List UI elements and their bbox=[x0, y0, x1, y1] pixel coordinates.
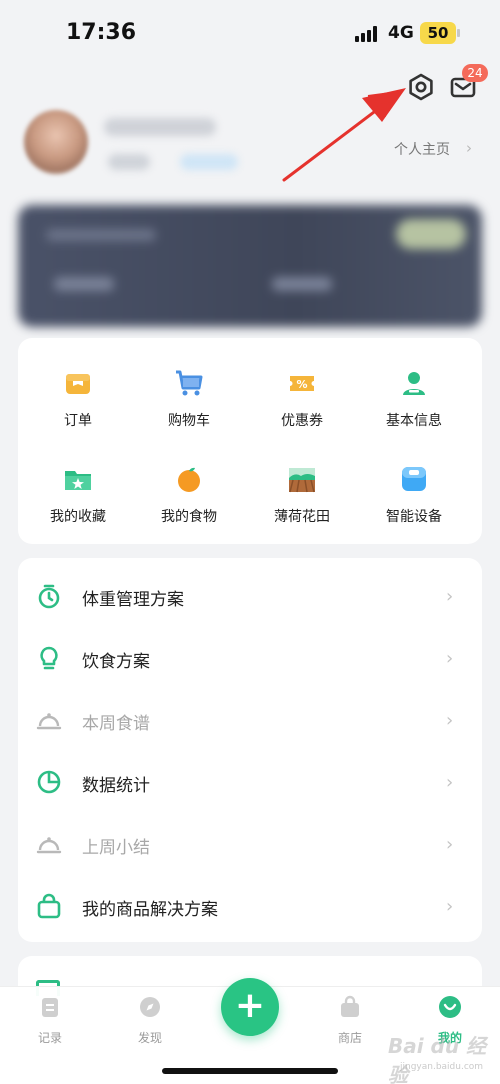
username-blurred bbox=[104, 118, 216, 136]
menu-label: 我的商品解决方案 bbox=[82, 900, 218, 920]
signal-icon bbox=[355, 26, 381, 42]
level-blurred bbox=[108, 154, 150, 170]
status-bar: 17:36 4G 50 bbox=[0, 0, 500, 68]
tab-discover[interactable]: 发现 bbox=[120, 995, 180, 1049]
menu-label: 数据统计 bbox=[82, 776, 150, 796]
watermark-url: jingyan.baidu.com bbox=[400, 1062, 484, 1072]
menu-item-weekly-recipes[interactable]: 本周食谱 › bbox=[18, 690, 482, 750]
grid-label: 我的食物 bbox=[161, 509, 217, 525]
scale-device-icon bbox=[402, 467, 426, 491]
dish-cover-icon bbox=[36, 713, 62, 730]
menu-item-statistics[interactable]: 数据统计 › bbox=[18, 752, 482, 812]
battery-tip bbox=[457, 29, 460, 37]
annotation-arrow bbox=[282, 88, 406, 182]
favorites-folder-icon bbox=[65, 471, 91, 490]
field-icon bbox=[289, 468, 315, 493]
add-record-button[interactable]: + bbox=[221, 978, 279, 1036]
lightbulb-icon bbox=[40, 646, 58, 670]
tab-label: 商店 bbox=[337, 1031, 362, 1045]
grid-label: 智能设备 bbox=[386, 509, 442, 525]
discover-icon bbox=[140, 997, 160, 1017]
coupon-icon: % bbox=[290, 376, 314, 391]
chevron-right-icon: › bbox=[446, 896, 454, 917]
shop-icon bbox=[341, 995, 359, 1017]
status-time: 17:36 bbox=[66, 20, 137, 45]
home-indicator[interactable] bbox=[162, 1068, 338, 1074]
order-icon bbox=[66, 374, 90, 394]
unread-badge: 24 bbox=[462, 64, 488, 82]
menu-item-product-solutions[interactable]: 我的商品解决方案 › bbox=[18, 876, 482, 936]
menu-label: 上周小结 bbox=[82, 838, 150, 858]
grid-label: 我的收藏 bbox=[50, 509, 106, 525]
avatar[interactable] bbox=[24, 110, 88, 174]
grid-label: 基本信息 bbox=[386, 413, 442, 429]
chevron-right-icon: › bbox=[446, 710, 454, 731]
svg-text:%: % bbox=[296, 378, 307, 391]
dish-cover-icon bbox=[36, 837, 62, 854]
menu-label: 本周食谱 bbox=[82, 714, 150, 734]
grid-item-my-food[interactable]: 我的食物 bbox=[139, 464, 239, 544]
menu-label: 饮食方案 bbox=[82, 652, 150, 672]
grid-item-mint-field[interactable]: 薄荷花田 bbox=[252, 464, 352, 544]
membership-card-blurred[interactable] bbox=[18, 205, 482, 327]
tag-blurred bbox=[180, 154, 238, 170]
grid-label: 薄荷花田 bbox=[274, 509, 330, 525]
chevron-right-icon: › bbox=[446, 772, 454, 793]
shopping-bag-icon bbox=[37, 893, 61, 919]
chevron-right-icon: › bbox=[466, 139, 472, 157]
tab-record[interactable]: 记录 bbox=[20, 995, 80, 1049]
network-type: 4G bbox=[388, 23, 414, 43]
grid-item-basic-info[interactable]: 基本信息 bbox=[364, 368, 464, 448]
grid-label: 购物车 bbox=[168, 413, 210, 429]
grid-item-coupons[interactable]: % 优惠券 bbox=[252, 368, 352, 448]
tab-shop[interactable]: 商店 bbox=[320, 995, 380, 1049]
timer-icon bbox=[38, 584, 60, 609]
grid-item-cart[interactable]: 购物车 bbox=[139, 368, 239, 448]
menu-list: 体重管理方案 › 饮食方案 › 本周食谱 › 数据统计 › 上周小结 › 我的商… bbox=[18, 558, 482, 942]
orange-icon bbox=[178, 467, 200, 492]
grid-item-favorites[interactable]: 我的收藏 bbox=[28, 464, 128, 544]
chevron-right-icon: › bbox=[446, 586, 454, 607]
menu-item-diet-plan[interactable]: 饮食方案 › bbox=[18, 628, 482, 688]
grid-item-smart-device[interactable]: 智能设备 bbox=[364, 464, 464, 544]
record-icon bbox=[42, 998, 58, 1017]
tab-label: 发现 bbox=[137, 1031, 162, 1045]
profile-info-icon bbox=[403, 372, 425, 395]
menu-label: 体重管理方案 bbox=[82, 590, 184, 610]
battery-level: 50 bbox=[420, 22, 456, 44]
menu-item-weight-plan[interactable]: 体重管理方案 › bbox=[18, 566, 482, 626]
cart-icon bbox=[176, 370, 203, 396]
chevron-right-icon: › bbox=[446, 648, 454, 669]
menu-item-last-week-summary[interactable]: 上周小结 › bbox=[18, 814, 482, 874]
watermark: Bai du 经验 bbox=[388, 1034, 487, 1084]
tab-label: 记录 bbox=[37, 1031, 62, 1045]
grid-label: 订单 bbox=[64, 413, 92, 429]
me-icon bbox=[439, 996, 461, 1018]
grid-item-orders[interactable]: 订单 bbox=[28, 368, 128, 448]
chevron-right-icon: › bbox=[446, 834, 454, 855]
shortcut-grid: 订单 购物车 % 优惠券 基本信息 我的收藏 我的食物 薄荷花田 智能设备 bbox=[18, 338, 482, 544]
plus-icon: + bbox=[234, 985, 266, 1026]
pie-chart-icon bbox=[37, 770, 61, 794]
grid-label: 优惠券 bbox=[281, 413, 323, 429]
